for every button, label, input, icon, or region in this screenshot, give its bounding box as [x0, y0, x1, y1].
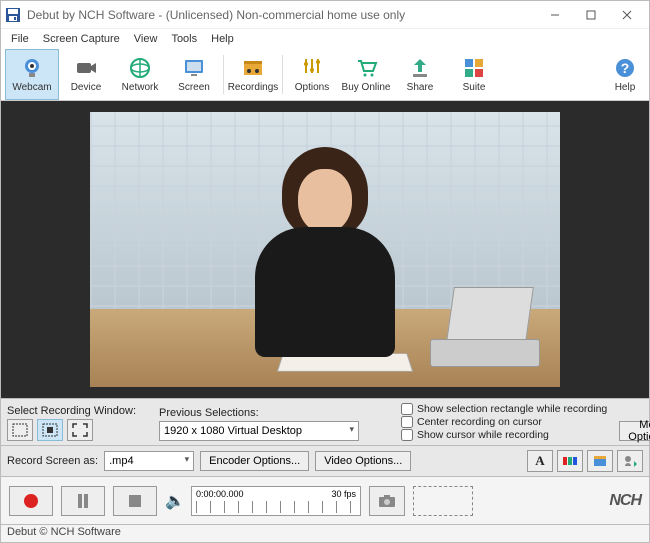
- transport-bar: 🔈 0:00:00.000 30 fps NCH: [1, 476, 649, 524]
- encoder-options-button[interactable]: Encoder Options...: [200, 451, 309, 471]
- pause-button[interactable]: [61, 486, 105, 516]
- options-icon: [300, 56, 324, 80]
- select-fullscreen-button[interactable]: [67, 419, 93, 441]
- camera-icon: [378, 494, 396, 508]
- screen-icon: [182, 56, 206, 80]
- timeline[interactable]: 0:00:00.000 30 fps: [191, 486, 361, 516]
- video-options-button[interactable]: Video Options...: [315, 451, 411, 471]
- save-icon: [5, 7, 21, 23]
- overlay-preview-box: [413, 486, 473, 516]
- previous-selections-dropdown[interactable]: 1920 x 1080 Virtual Desktop: [159, 421, 359, 441]
- select-window-button[interactable]: [37, 419, 63, 441]
- toolbar-network[interactable]: Network: [113, 49, 167, 100]
- record-as-label: Record Screen as:: [7, 455, 98, 467]
- toolbar-options[interactable]: Options: [285, 49, 339, 100]
- menu-tools[interactable]: Tools: [165, 31, 203, 47]
- previous-selections-label: Previous Selections:: [159, 407, 359, 419]
- preview-area: [1, 101, 649, 398]
- snapshot-button[interactable]: [369, 486, 405, 516]
- title-bar: Debut by NCH Software - (Unlicensed) Non…: [1, 1, 649, 29]
- svg-text:?: ?: [621, 60, 630, 76]
- toolbar-buy-label: Buy Online: [342, 82, 391, 93]
- minimize-button[interactable]: [537, 3, 573, 27]
- toolbar-screen-label: Screen: [178, 82, 210, 93]
- toolbar-network-label: Network: [122, 82, 159, 93]
- main-toolbar: Webcam Device Network Screen Recordings …: [1, 49, 649, 101]
- toolbar-buy-online[interactable]: Buy Online: [339, 49, 393, 100]
- menu-file[interactable]: File: [5, 31, 35, 47]
- chk-show-cursor[interactable]: Show cursor while recording: [401, 429, 607, 441]
- toolbar-suite-label: Suite: [463, 82, 486, 93]
- close-button[interactable]: [609, 3, 645, 27]
- cart-icon: [354, 56, 378, 80]
- record-icon: [24, 494, 38, 508]
- chk-center-cursor[interactable]: Center recording on cursor: [401, 416, 607, 428]
- toolbar-options-label: Options: [295, 82, 329, 93]
- format-panel: Record Screen as: .mp4 Encoder Options..…: [1, 445, 649, 476]
- toolbar-suite[interactable]: Suite: [447, 49, 501, 100]
- toolbar-share-label: Share: [407, 82, 434, 93]
- webcam-icon: [20, 56, 44, 80]
- select-rectangle-button[interactable]: [7, 419, 33, 441]
- record-button[interactable]: [9, 486, 53, 516]
- watermark-button[interactable]: [617, 450, 643, 472]
- device-icon: [74, 56, 98, 80]
- stop-button[interactable]: [113, 486, 157, 516]
- toolbar-device-label: Device: [71, 82, 102, 93]
- timecode: 0:00:00.000: [196, 489, 244, 499]
- help-icon: ?: [613, 56, 637, 80]
- toolbar-device[interactable]: Device: [59, 49, 113, 100]
- pause-icon: [77, 494, 89, 508]
- suite-icon: [462, 56, 486, 80]
- menu-bar: File Screen Capture View Tools Help: [1, 29, 649, 49]
- menu-help[interactable]: Help: [205, 31, 240, 47]
- status-bar: Debut © NCH Software: [1, 524, 649, 542]
- chk-show-rect[interactable]: Show selection rectangle while recording: [401, 403, 607, 415]
- menu-screen-capture[interactable]: Screen Capture: [37, 31, 126, 47]
- toolbar-help-label: Help: [615, 82, 636, 93]
- window-title: Debut by NCH Software - (Unlicensed) Non…: [27, 8, 405, 22]
- toolbar-help[interactable]: ? Help: [605, 49, 645, 100]
- toolbar-share[interactable]: Share: [393, 49, 447, 100]
- nch-logo: NCH: [609, 492, 641, 510]
- select-window-label: Select Recording Window:: [7, 405, 147, 417]
- toolbar-webcam[interactable]: Webcam: [5, 49, 59, 100]
- stop-icon: [129, 495, 141, 507]
- status-text: Debut © NCH Software: [7, 526, 121, 538]
- network-icon: [128, 56, 152, 80]
- toolbar-recordings[interactable]: Recordings: [226, 49, 280, 100]
- toolbar-webcam-label: Webcam: [12, 82, 51, 93]
- color-adjust-button[interactable]: [557, 450, 583, 472]
- speaker-icon[interactable]: 🔈: [165, 491, 183, 511]
- fps-label: 30 fps: [331, 489, 356, 499]
- toolbar-screen[interactable]: Screen: [167, 49, 221, 100]
- toolbar-recordings-label: Recordings: [228, 82, 279, 93]
- text-overlay-button[interactable]: A: [527, 450, 553, 472]
- share-icon: [408, 56, 432, 80]
- more-options-button[interactable]: More Options...: [619, 421, 650, 441]
- webcam-preview: [90, 112, 560, 387]
- menu-view[interactable]: View: [128, 31, 164, 47]
- format-dropdown[interactable]: .mp4: [104, 451, 194, 471]
- effects-button[interactable]: [587, 450, 613, 472]
- recordings-icon: [241, 56, 265, 80]
- selection-panel: Select Recording Window: Previous Select…: [1, 398, 649, 445]
- maximize-button[interactable]: [573, 3, 609, 27]
